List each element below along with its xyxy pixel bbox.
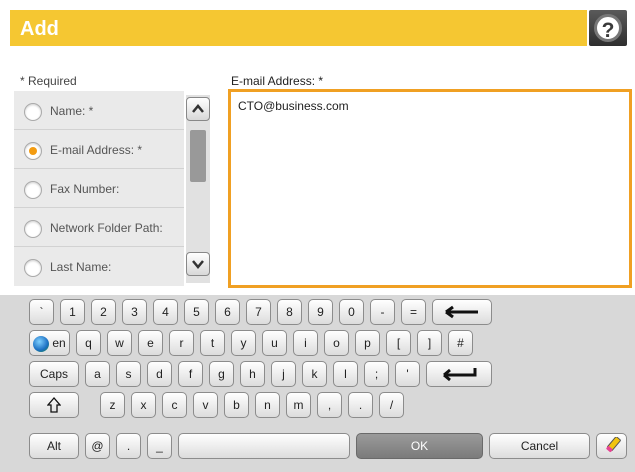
key-v[interactable]: v (193, 392, 218, 418)
email-input-value: CTO@business.com (238, 99, 349, 113)
key-s[interactable]: s (116, 361, 141, 387)
key-w[interactable]: w (107, 330, 132, 356)
key-q[interactable]: q (76, 330, 101, 356)
field-option-label: Fax Number: (50, 182, 120, 196)
field-option-email[interactable]: E-mail Address: * (14, 130, 184, 169)
radio-button-selected[interactable] (24, 142, 42, 160)
key-y[interactable]: y (231, 330, 256, 356)
key-x[interactable]: x (131, 392, 156, 418)
enter-key[interactable] (426, 361, 492, 387)
key-d[interactable]: d (147, 361, 172, 387)
key-0[interactable]: 0 (339, 299, 364, 325)
help-icon: ? (594, 14, 622, 42)
key-k[interactable]: k (302, 361, 327, 387)
chevron-down-icon (192, 260, 204, 269)
radio-button[interactable] (24, 103, 42, 121)
field-option-name[interactable]: Name: * (14, 91, 184, 130)
key-r[interactable]: r (169, 330, 194, 356)
key-n[interactable]: n (255, 392, 280, 418)
page-title: Add (20, 18, 59, 40)
key-c[interactable]: c (162, 392, 187, 418)
key-7[interactable]: 7 (246, 299, 271, 325)
key-j[interactable]: j (271, 361, 296, 387)
field-option-label: Last Name: (50, 260, 112, 274)
key-equals[interactable]: = (401, 299, 426, 325)
cancel-button[interactable]: Cancel (489, 433, 590, 459)
field-option-label: Name: * (50, 104, 94, 118)
help-button[interactable]: ? (589, 10, 627, 46)
key-underscore[interactable]: _ (147, 433, 172, 459)
field-option-fax[interactable]: Fax Number: (14, 169, 184, 208)
field-option-label: Network Folder Path: (50, 221, 163, 235)
field-list: Name: * E-mail Address: * Fax Number: Ne… (14, 91, 184, 286)
add-contact-screen: { "header": {"title": "Add", "help_glyph… (0, 0, 635, 472)
key-g[interactable]: g (209, 361, 234, 387)
key-e[interactable]: e (138, 330, 163, 356)
key-period-bottom[interactable]: . (116, 433, 141, 459)
email-field-label: E-mail Address: * (231, 74, 324, 88)
key-8[interactable]: 8 (277, 299, 302, 325)
field-option-label: E-mail Address: * (50, 143, 143, 157)
globe-icon (33, 335, 50, 352)
key-apostrophe[interactable]: ' (395, 361, 420, 387)
backspace-key[interactable] (432, 299, 492, 325)
required-note: * Required (20, 74, 77, 88)
ok-button[interactable]: OK (356, 433, 483, 459)
key-slash[interactable]: / (379, 392, 404, 418)
chevron-up-icon (192, 104, 204, 113)
scroll-down-button[interactable] (186, 252, 210, 276)
scroll-up-button[interactable] (186, 97, 210, 121)
field-option-network-folder[interactable]: Network Folder Path: (14, 208, 184, 247)
radio-button[interactable] (24, 259, 42, 277)
key-5[interactable]: 5 (184, 299, 209, 325)
key-9[interactable]: 9 (308, 299, 333, 325)
key-at[interactable]: @ (85, 433, 110, 459)
key-i[interactable]: i (293, 330, 318, 356)
clear-button[interactable] (596, 433, 627, 459)
key-comma[interactable]: , (317, 392, 342, 418)
caps-lock-key[interactable]: Caps (29, 361, 79, 387)
key-m[interactable]: m (286, 392, 311, 418)
eraser-icon (605, 436, 621, 453)
key-1[interactable]: 1 (60, 299, 85, 325)
key-z[interactable]: z (100, 392, 125, 418)
title-banner: Add (10, 10, 587, 46)
field-option-last-name[interactable]: Last Name: (14, 247, 184, 286)
key-period[interactable]: . (348, 392, 373, 418)
key-2[interactable]: 2 (91, 299, 116, 325)
key-h[interactable]: h (240, 361, 265, 387)
language-key-label: en (52, 336, 66, 350)
onscreen-keyboard: ` 1 2 3 4 5 6 7 8 9 0 - = en q w e r t y… (0, 295, 635, 472)
key-a[interactable]: a (85, 361, 110, 387)
key-b[interactable]: b (224, 392, 249, 418)
key-right-bracket[interactable]: ] (417, 330, 442, 356)
key-l[interactable]: l (333, 361, 358, 387)
title-bar: Add ? (0, 0, 635, 55)
key-p[interactable]: p (355, 330, 380, 356)
space-key[interactable] (178, 433, 350, 459)
shift-arrow-icon (46, 397, 62, 413)
shift-key[interactable] (29, 392, 79, 418)
key-t[interactable]: t (200, 330, 225, 356)
key-minus[interactable]: - (370, 299, 395, 325)
scrollbar-thumb[interactable] (190, 130, 206, 182)
radio-button[interactable] (24, 181, 42, 199)
key-6[interactable]: 6 (215, 299, 240, 325)
email-input[interactable]: CTO@business.com (228, 89, 632, 288)
language-key[interactable]: en (29, 330, 70, 356)
key-3[interactable]: 3 (122, 299, 147, 325)
key-semicolon[interactable]: ; (364, 361, 389, 387)
key-left-bracket[interactable]: [ (386, 330, 411, 356)
enter-arrow-icon (443, 368, 477, 382)
alt-key[interactable]: Alt (29, 433, 79, 459)
key-backtick[interactable]: ` (29, 299, 54, 325)
backspace-arrow-icon (445, 305, 478, 319)
radio-button[interactable] (24, 220, 42, 238)
key-u[interactable]: u (262, 330, 287, 356)
key-hash[interactable]: # (448, 330, 473, 356)
key-o[interactable]: o (324, 330, 349, 356)
key-4[interactable]: 4 (153, 299, 178, 325)
key-f[interactable]: f (178, 361, 203, 387)
